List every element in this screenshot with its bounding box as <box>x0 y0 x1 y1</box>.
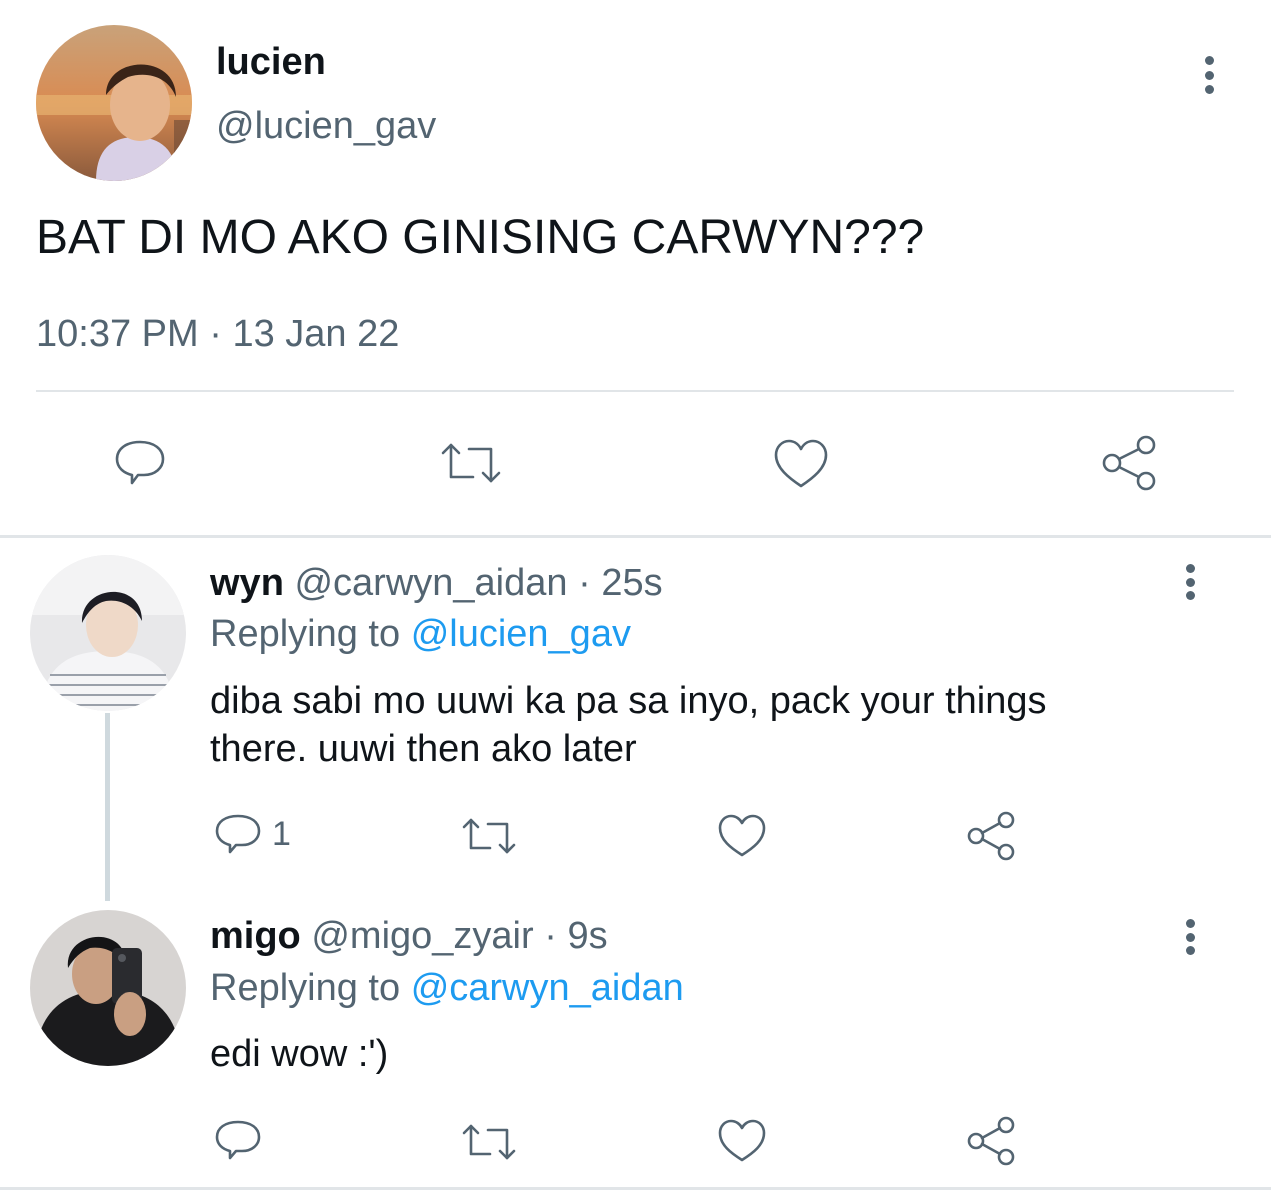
like-icon[interactable] <box>771 436 831 492</box>
header-separator: · <box>578 562 591 604</box>
retweet-icon[interactable] <box>437 437 505 489</box>
reply-text: diba sabi mo uuwi ka pa sa inyo, pack yo… <box>210 677 1046 773</box>
main-tweet: lucien @lucien_gav BAT DI MO AKO GINISIN… <box>0 0 1271 535</box>
reply-header: wyn @carwyn_aidan · 25s <box>210 560 663 606</box>
tweet-time: 10:37 PM <box>36 313 199 355</box>
author-handle[interactable]: @migo_zyair <box>311 915 533 957</box>
like-icon[interactable] <box>716 812 768 860</box>
tweet-date: 13 Jan 22 <box>232 313 400 355</box>
avatar[interactable] <box>30 555 186 711</box>
retweet-icon[interactable] <box>459 1120 519 1164</box>
more-options-icon[interactable] <box>1184 919 1196 955</box>
timestamp-separator: · <box>209 313 222 355</box>
avatar-photo-lucien <box>36 25 192 181</box>
reply-text-line: diba sabi mo uuwi ka pa sa inyo, pack yo… <box>210 680 1047 722</box>
tweet-age: 25s <box>601 562 663 604</box>
like-icon[interactable] <box>716 1117 768 1165</box>
retweet-icon[interactable] <box>459 814 519 858</box>
author-handle[interactable]: @lucien_gav <box>216 104 436 148</box>
reply-count: 1 <box>272 815 291 853</box>
reply-tweet[interactable]: wyn @carwyn_aidan · 25s Replying to @luc… <box>0 538 1271 901</box>
author-display-name[interactable]: lucien <box>216 40 326 84</box>
reply-text-line: there. uuwi then ako later <box>210 728 637 770</box>
replying-to: Replying to @lucien_gav <box>210 611 631 657</box>
tweet-text: BAT DI MO AKO GINISING CARWYN??? <box>36 211 925 264</box>
more-options-icon[interactable] <box>1184 564 1196 600</box>
replying-to-handle[interactable]: @lucien_gav <box>411 613 631 655</box>
tweet-timestamp[interactable]: 10:37 PM · 13 Jan 22 <box>36 312 399 356</box>
header-separator: · <box>544 915 557 957</box>
reply-icon[interactable] <box>112 435 168 491</box>
share-icon[interactable] <box>965 1115 1019 1167</box>
avatar[interactable] <box>30 910 186 1066</box>
reply-icon[interactable] <box>213 1116 263 1164</box>
reply-text: edi wow :') <box>210 1033 389 1075</box>
author-handle[interactable]: @carwyn_aidan <box>294 562 567 604</box>
author-display-name[interactable]: migo <box>210 915 301 957</box>
reply-header: migo @migo_zyair · 9s <box>210 913 608 959</box>
replying-to-label: Replying to <box>210 967 401 1009</box>
author-display-name[interactable]: wyn <box>210 562 284 604</box>
avatar[interactable] <box>36 25 192 181</box>
avatar-photo-migo <box>30 910 186 1066</box>
reply-tweet[interactable]: migo @migo_zyair · 9s Replying to @carwy… <box>0 893 1271 1191</box>
share-icon[interactable] <box>965 810 1019 862</box>
thread-line <box>105 713 110 901</box>
replying-to-handle[interactable]: @carwyn_aidan <box>411 967 684 1009</box>
avatar-photo-wyn <box>30 555 186 711</box>
replying-to-label: Replying to <box>210 613 401 655</box>
reply-icon[interactable] <box>213 810 263 858</box>
more-options-icon[interactable] <box>1203 56 1215 94</box>
bottom-divider <box>0 1187 1271 1190</box>
share-icon[interactable] <box>1100 434 1160 492</box>
tweet-age: 9s <box>567 915 608 957</box>
replying-to: Replying to @carwyn_aidan <box>210 965 684 1011</box>
divider <box>36 390 1234 392</box>
